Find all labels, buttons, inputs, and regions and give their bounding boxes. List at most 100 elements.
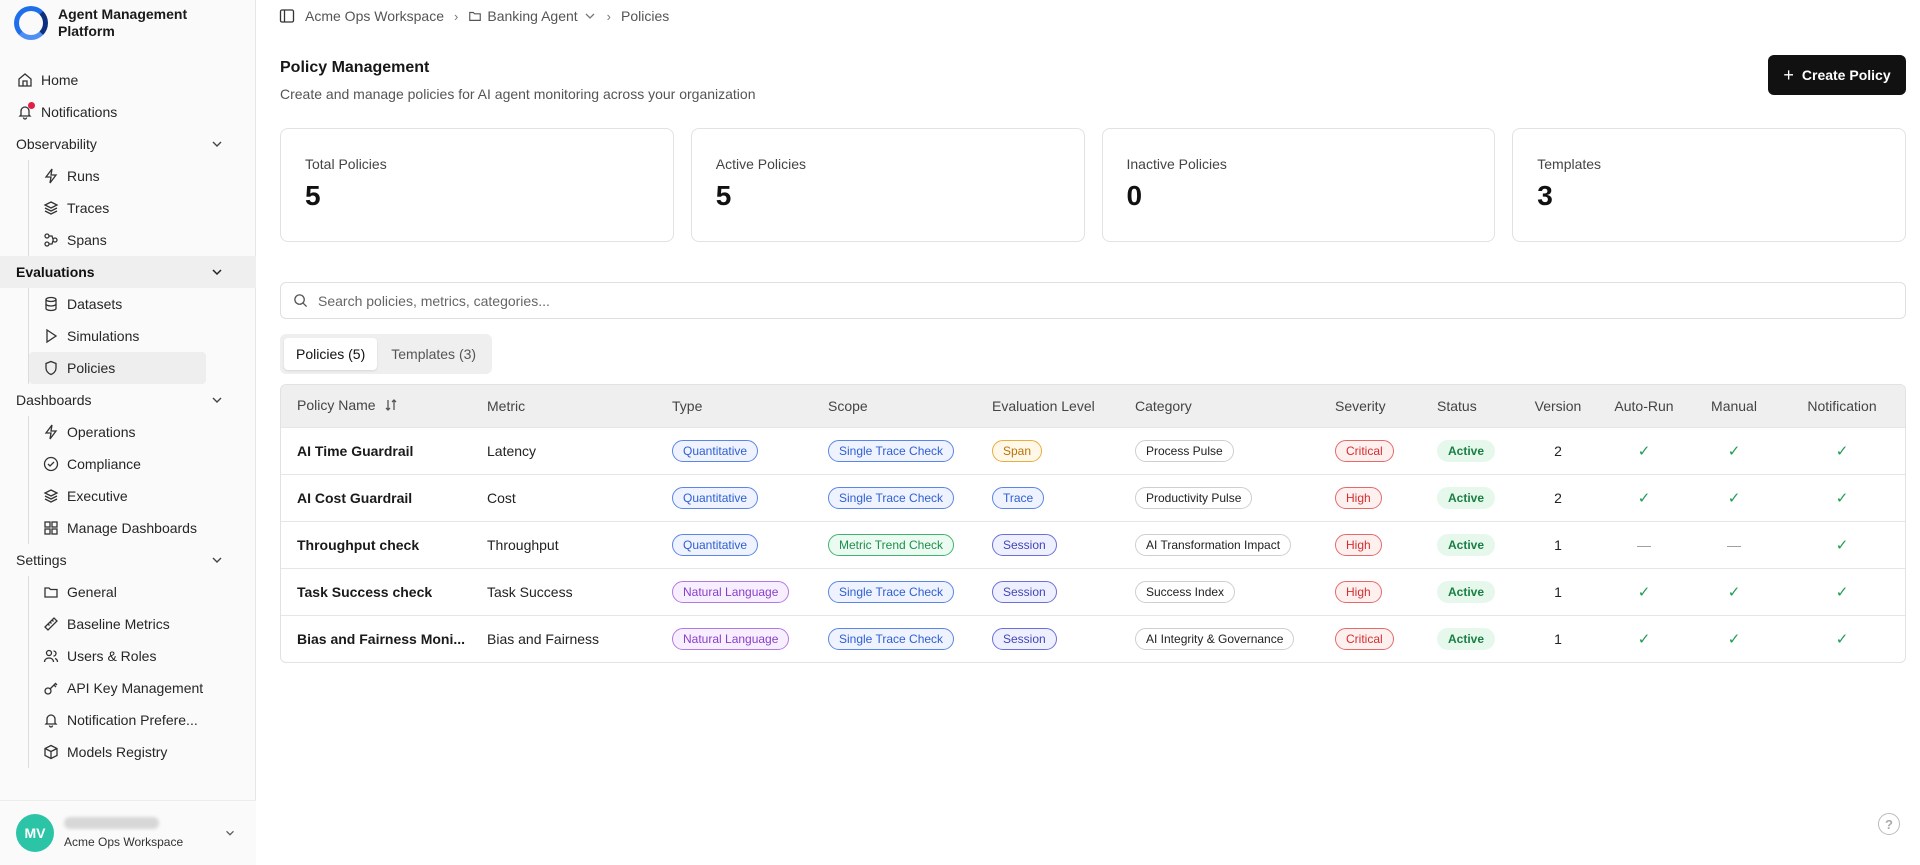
table-row[interactable]: Throughput check Throughput Quantitative… [281, 520, 1905, 568]
stat-label: Total Policies [305, 156, 387, 172]
page-subtitle: Create and manage policies for AI agent … [280, 86, 756, 102]
create-policy-button[interactable]: + Create Policy [1768, 55, 1906, 95]
stat-label: Templates [1537, 156, 1602, 172]
search-icon [294, 294, 308, 308]
stat-card-templates: Templates 3 [1512, 128, 1906, 242]
sidebar-item-label: Manage Dashboards [67, 520, 197, 536]
check-icon: ✓ [1637, 489, 1651, 507]
policy-name[interactable]: Throughput check [281, 520, 477, 568]
breadcrumb-agent-label: Banking Agent [487, 8, 578, 24]
nav-notifications[interactable]: Notifications [0, 96, 256, 128]
scope-badge: Single Trace Check [828, 439, 955, 462]
sidebar-item-operations[interactable]: Operations [29, 416, 256, 448]
avatar: MV [16, 814, 54, 852]
table-row[interactable]: Bias and Fairness Moni... Bias and Fairn… [281, 614, 1905, 662]
tab-list: Policies (5) Templates (3) [280, 334, 493, 374]
sidebar-item-executive[interactable]: Executive [29, 480, 256, 512]
search-bar [280, 282, 1906, 319]
sidebar-item-models-registry[interactable]: Models Registry [29, 736, 256, 768]
policy-name[interactable]: AI Time Guardrail [281, 426, 477, 474]
chevron-right-icon: › [606, 8, 611, 24]
help-icon[interactable]: ? [1878, 813, 1900, 835]
breadcrumb: Acme Ops Workspace › Banking Agent › Pol… [279, 6, 669, 26]
sidebar-item-label: Users & Roles [67, 648, 157, 664]
tab-templates[interactable]: Templates (3) [379, 338, 488, 370]
section-settings[interactable]: Settings [0, 544, 256, 576]
cube-icon [44, 744, 58, 760]
folder-icon [44, 587, 58, 598]
breadcrumb-current: Policies [621, 8, 670, 24]
notification-dot [28, 102, 35, 109]
main-nav: Home Notifications Observability Runs Tr… [0, 64, 256, 768]
sidebar-item-general[interactable]: General [29, 576, 256, 608]
brand[interactable]: Agent Management Platform [14, 6, 208, 40]
sidebar-item-policies[interactable]: Policies [29, 352, 206, 384]
table-row[interactable]: Task Success check Task Success Natural … [281, 567, 1905, 615]
level-badge: Trace [992, 486, 1045, 509]
sidebar-item-baseline-metrics[interactable]: Baseline Metrics [29, 608, 256, 640]
check-icon: ✓ [1835, 630, 1849, 648]
sidebar-item-spans[interactable]: Spans [29, 224, 256, 256]
nav-home-label: Home [41, 72, 79, 88]
section-evaluations-label: Evaluations [16, 264, 95, 280]
breadcrumb-agent[interactable]: Banking Agent [468, 8, 596, 24]
scope-badge: Metric Trend Check [828, 533, 955, 556]
user-menu[interactable]: MV Acme Ops Workspace [0, 800, 256, 865]
column-header: Notification [1779, 385, 1905, 427]
sidebar-toggle-icon[interactable] [279, 8, 295, 24]
nav-home[interactable]: Home [0, 64, 256, 96]
section-observability[interactable]: Observability [0, 128, 256, 160]
sidebar-item-traces[interactable]: Traces [29, 192, 256, 224]
check-icon: ✓ [1727, 489, 1741, 507]
level-badge: Session [992, 533, 1057, 556]
chevron-down-icon [212, 557, 222, 563]
sidebar-item-compliance[interactable]: Compliance [29, 448, 256, 480]
breadcrumb-workspace[interactable]: Acme Ops Workspace [305, 8, 444, 24]
column-header: Category [1125, 385, 1325, 427]
policy-name[interactable]: AI Cost Guardrail [281, 473, 477, 521]
search-input[interactable] [318, 292, 1905, 309]
version-cell: 2 [1517, 426, 1599, 474]
sidebar-item-simulations[interactable]: Simulations [29, 320, 256, 352]
sidebar-item-label: Models Registry [67, 744, 168, 760]
status-badge: Active [1437, 627, 1496, 650]
category-badge: Process Pulse [1135, 439, 1234, 462]
section-evaluations[interactable]: Evaluations [0, 256, 256, 288]
dash-icon: — [1637, 536, 1651, 553]
settings-items: General Baseline Metrics Users & Roles A… [28, 576, 256, 768]
section-dashboards[interactable]: Dashboards [0, 384, 256, 416]
scope-badge: Single Trace Check [828, 580, 955, 603]
chevron-down-icon [212, 397, 222, 403]
metric-cell: Throughput [477, 520, 662, 568]
check-icon: ✓ [1727, 583, 1741, 601]
sidebar-item-runs[interactable]: Runs [29, 160, 256, 192]
dashboards-items: Operations Compliance Executive Manage D… [28, 416, 256, 544]
sidebar-item-notification-preferences[interactable]: Notification Prefere... [29, 704, 256, 736]
version-cell: 1 [1517, 614, 1599, 662]
severity-badge: High [1335, 580, 1382, 603]
sidebar-item-users-roles[interactable]: Users & Roles [29, 640, 256, 672]
level-badge: Session [992, 627, 1057, 650]
sidebar-item-manage-dashboards[interactable]: Manage Dashboards [29, 512, 256, 544]
sidebar-item-api-keys[interactable]: API Key Management [29, 672, 256, 704]
status-badge: Active [1437, 533, 1496, 556]
app-logo-icon [14, 6, 48, 40]
table-row[interactable]: AI Time Guardrail Latency Quantitative S… [281, 426, 1905, 474]
nav-notifications-label: Notifications [41, 104, 118, 120]
metric-cell: Latency [477, 426, 662, 474]
sidebar-item-datasets[interactable]: Datasets [29, 288, 256, 320]
policy-name[interactable]: Bias and Fairness Moni... [281, 614, 477, 662]
column-header-policy-name[interactable]: Policy Name [281, 385, 477, 427]
policy-name[interactable]: Task Success check [281, 567, 477, 615]
category-badge: AI Transformation Impact [1135, 533, 1292, 556]
sidebar-item-label: Traces [67, 200, 110, 216]
home-icon [18, 73, 32, 87]
column-header: Manual [1689, 385, 1779, 427]
table-row[interactable]: AI Cost Guardrail Cost Quantitative Sing… [281, 473, 1905, 521]
chevron-down-icon [585, 13, 595, 19]
sort-icon[interactable] [384, 398, 398, 415]
sidebar-item-label: Datasets [67, 296, 123, 312]
stats-cards: Total Policies 5 Active Policies 5 Inact… [280, 128, 1906, 242]
chevron-right-icon: › [454, 8, 459, 24]
tab-policies[interactable]: Policies (5) [284, 338, 378, 370]
